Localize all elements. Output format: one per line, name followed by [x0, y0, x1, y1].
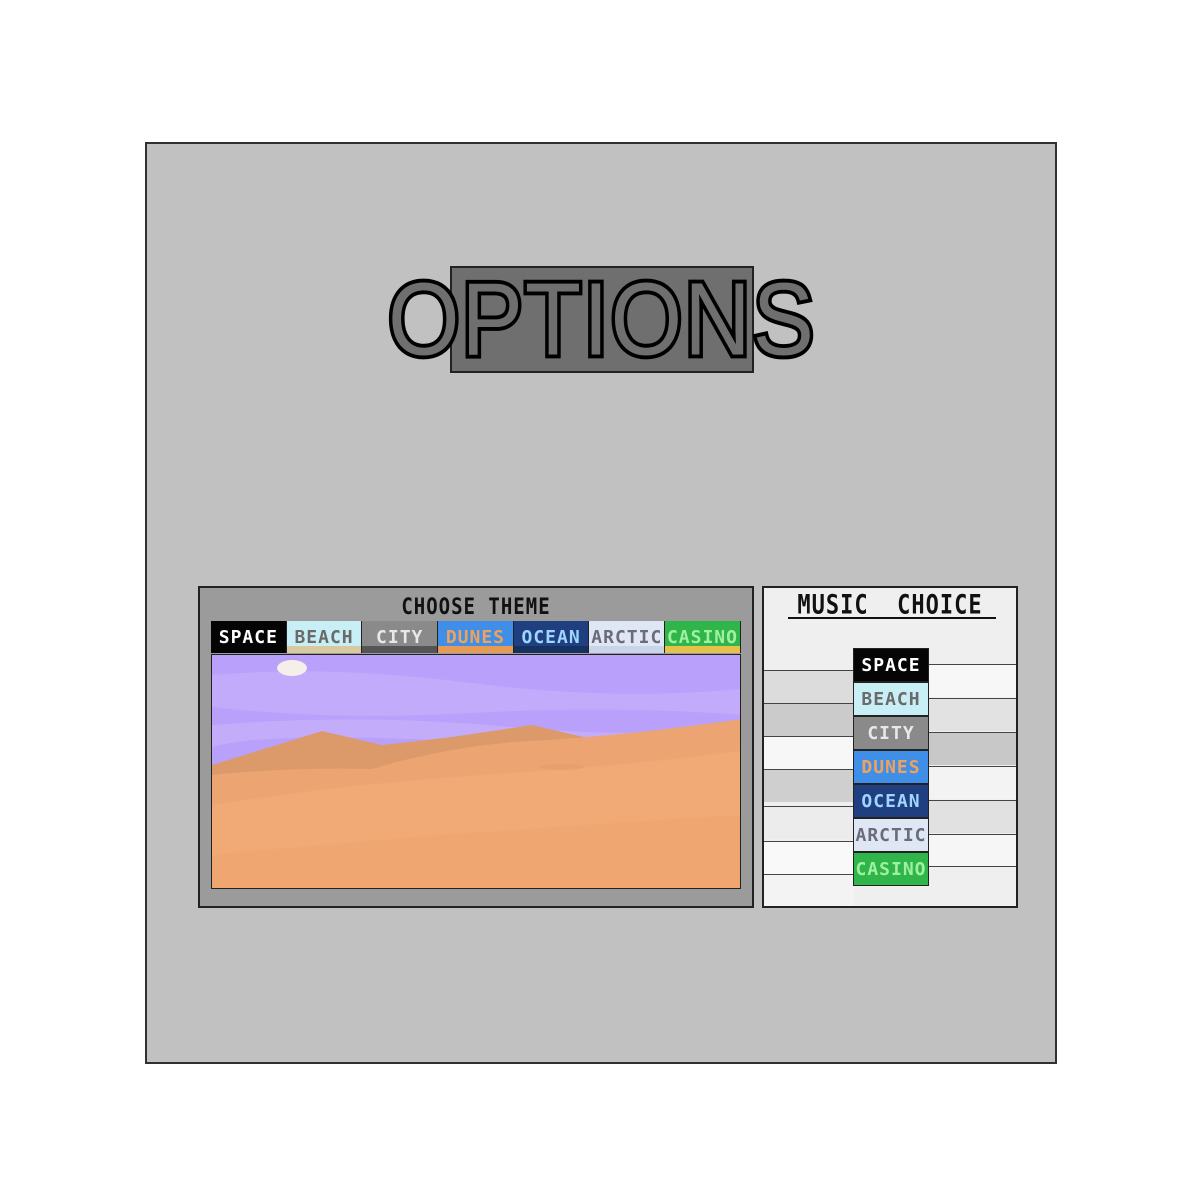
theme-tab-label: OCEAN	[521, 626, 581, 648]
theme-tab-label: CITY	[376, 626, 424, 648]
theme-tab-dunes[interactable]: DUNES	[438, 621, 514, 653]
music-track-label: CASINO	[855, 858, 927, 880]
theme-tab-casino[interactable]: CASINO	[665, 621, 741, 653]
music-row-stripe	[764, 703, 854, 736]
music-track-label: BEACH	[861, 688, 921, 710]
theme-tab-label: DUNES	[445, 626, 505, 648]
music-row-stripe	[764, 736, 854, 769]
music-heading-underline	[788, 617, 996, 619]
music-row-stripe	[928, 766, 1016, 799]
music-track-city[interactable]: CITY	[853, 716, 929, 750]
music-track-dunes[interactable]: DUNES	[853, 750, 929, 784]
theme-tab-city[interactable]: CITY	[362, 621, 439, 653]
music-row-stripe	[928, 800, 1016, 833]
theme-tabs: SPACE BEACH CITY DUNES OCEAN ARCTIC CASI…	[211, 621, 741, 653]
theme-preview	[211, 654, 741, 889]
theme-tab-ocean[interactable]: OCEAN	[513, 621, 590, 653]
music-row-stripe	[764, 841, 854, 874]
theme-tab-arctic[interactable]: ARCTIC	[589, 621, 666, 653]
theme-tab-beach[interactable]: BEACH	[286, 621, 363, 653]
music-row-stripe	[928, 834, 1016, 867]
music-track-label: OCEAN	[861, 790, 921, 812]
theme-tab-label: BEACH	[294, 626, 354, 648]
page-title: OPTIONS	[384, 262, 817, 377]
options-title-box: OPTIONS	[384, 264, 817, 375]
theme-tab-space[interactable]: SPACE	[211, 621, 287, 653]
music-track-label: CITY	[867, 722, 915, 744]
music-row-stripe	[928, 732, 1016, 765]
music-track-ocean[interactable]: OCEAN	[853, 784, 929, 818]
music-row-stripe	[764, 769, 854, 802]
music-row-stripe	[764, 874, 854, 906]
music-track-space[interactable]: SPACE	[853, 648, 929, 682]
dunes-scene	[212, 655, 740, 888]
music-row-stripe	[764, 670, 854, 703]
music-row-stripe	[764, 806, 854, 839]
music-track-label: DUNES	[861, 756, 921, 778]
theme-panel: CHOOSE THEME SPACE BEACH CITY DUNES OCEA…	[198, 586, 754, 908]
sand-ripple	[540, 764, 584, 770]
music-track-arctic[interactable]: ARCTIC	[853, 818, 929, 852]
music-track-casino[interactable]: CASINO	[853, 852, 929, 886]
music-track-label: ARCTIC	[855, 824, 927, 846]
music-panel: MUSIC CHOICE SPACE BEACH CITY DUNES OCEA…	[762, 586, 1018, 908]
music-heading: MUSIC CHOICE	[797, 590, 983, 621]
theme-tab-label: SPACE	[218, 626, 278, 648]
theme-tab-label: ARCTIC	[591, 626, 663, 648]
music-row-stripe	[928, 866, 1016, 899]
music-track-beach[interactable]: BEACH	[853, 682, 929, 716]
theme-tab-label: CASINO	[666, 626, 738, 648]
theme-heading: CHOOSE THEME	[401, 594, 551, 620]
music-track-label: SPACE	[861, 654, 921, 676]
music-row-stripe	[928, 664, 1016, 697]
sun-icon	[277, 660, 307, 676]
music-row-stripe	[928, 698, 1016, 731]
